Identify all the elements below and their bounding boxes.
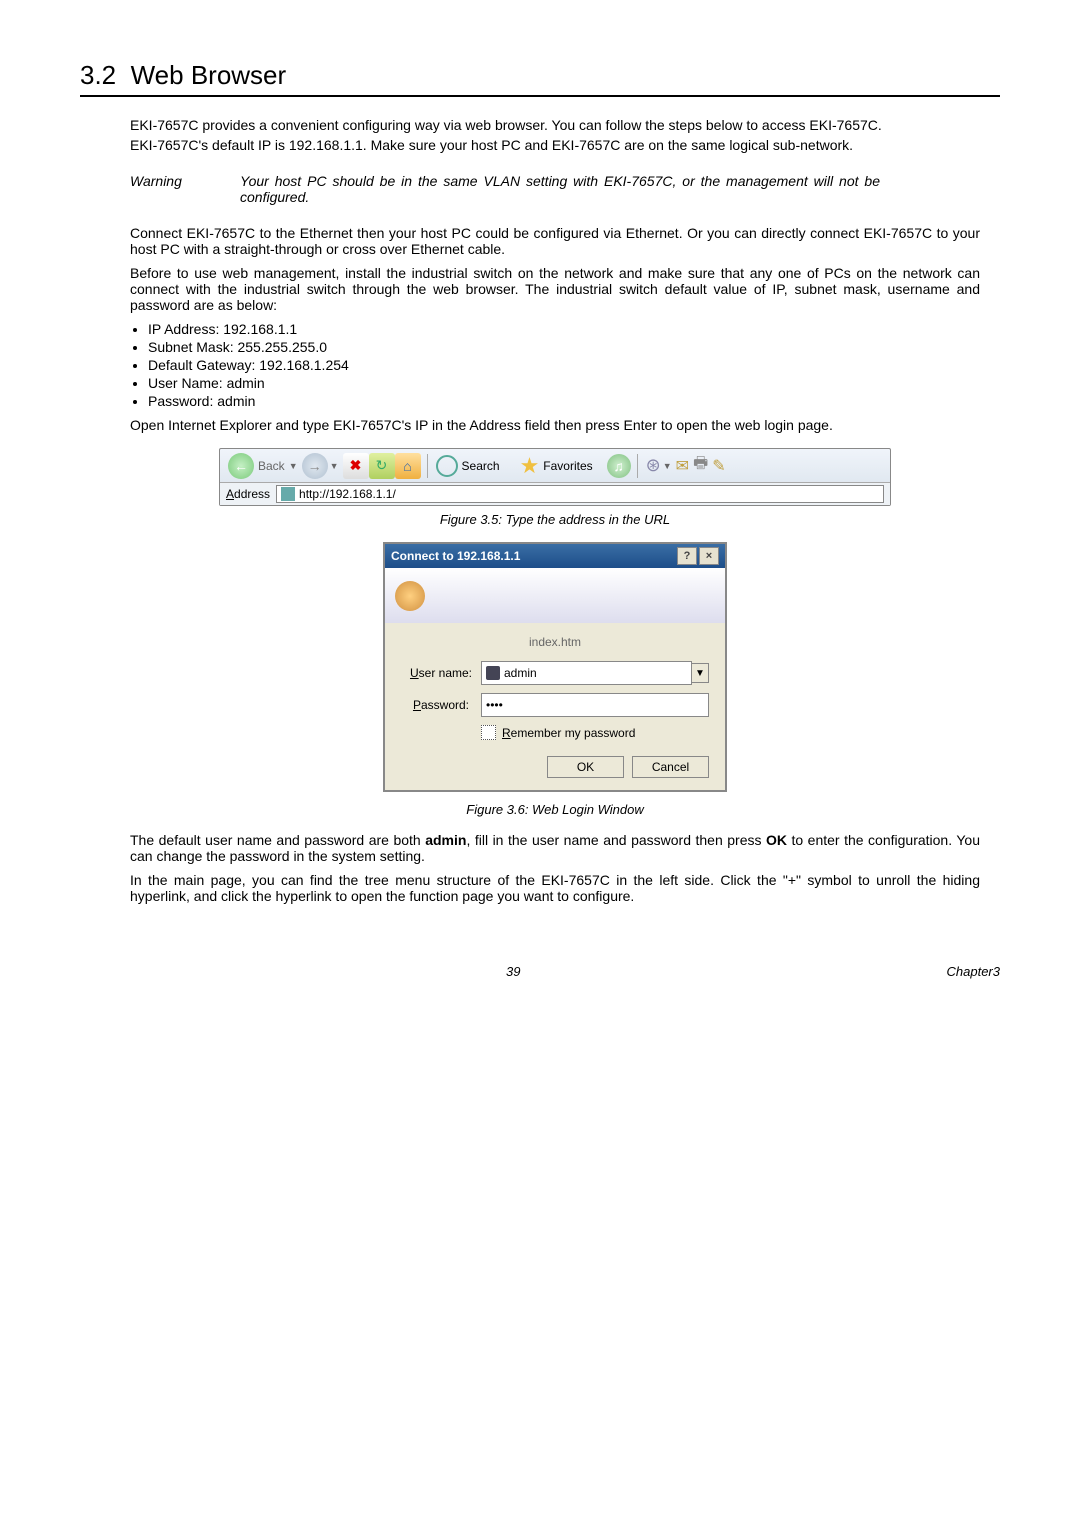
page-footer: 39 Chapter3 (80, 964, 1000, 979)
username-label: User name: (401, 666, 481, 680)
home-icon: ⌂ (403, 458, 411, 474)
star-icon: ★ (520, 453, 540, 479)
ie-address-row: Address http://192.168.1.1/ (220, 483, 890, 505)
back-icon: ← (228, 453, 254, 479)
chevron-down-icon: ▼ (663, 461, 672, 471)
page-number: 39 (506, 964, 520, 979)
intro-paragraph-1: EKI-7657C provides a convenient configur… (130, 117, 980, 133)
media-icon: ♫ (613, 458, 624, 474)
help-button[interactable]: ? (677, 547, 697, 565)
user-icon (486, 666, 500, 680)
back-button[interactable]: ← Back ▼ (228, 453, 298, 479)
mail-icon: ✉ (676, 456, 689, 476)
password-label: Password: (401, 698, 481, 712)
divider (427, 454, 428, 478)
paragraph-open-ie: Open Internet Explorer and type EKI-7657… (130, 417, 980, 433)
page-icon (281, 487, 295, 501)
edit-button[interactable]: ✎ (712, 456, 725, 476)
print-icon: 🖶 (693, 452, 708, 479)
username-value: admin (504, 666, 537, 680)
ok-button[interactable]: OK (547, 756, 624, 778)
home-button[interactable]: ⌂ (395, 453, 421, 479)
search-button[interactable]: Search (436, 455, 500, 477)
warning-label: Warning (130, 173, 240, 205)
back-label: Back (258, 459, 285, 473)
defaults-list: IP Address: 192.168.1.1 Subnet Mask: 255… (148, 321, 980, 409)
figure-login-dialog: Connect to 192.168.1.1 ? × index.htm Use… (130, 542, 980, 817)
refresh-button[interactable]: ↻ (369, 453, 395, 479)
paragraph-tree-menu: In the main page, you can find the tree … (130, 872, 980, 904)
history-button[interactable]: ⊛ ▼ (646, 455, 672, 476)
figure-ie-toolbar: ← Back ▼ → ▼ ✖ ↻ ⌂ (130, 448, 980, 527)
paragraph-connect: Connect EKI-7657C to the Ethernet then y… (130, 225, 980, 257)
chevron-down-icon: ▼ (330, 461, 339, 471)
media-button[interactable]: ♫ (607, 454, 631, 478)
intro-paragraph-2: EKI-7657C's default IP is 192.168.1.1. M… (130, 137, 980, 153)
remember-label: Remember my password (502, 726, 635, 740)
address-input[interactable]: http://192.168.1.1/ (276, 485, 884, 503)
address-label: Address (226, 487, 270, 501)
address-value: http://192.168.1.1/ (299, 487, 396, 501)
username-dropdown[interactable]: ▼ (692, 663, 709, 683)
search-label: Search (462, 459, 500, 473)
section-heading: 3.2 Web Browser (80, 60, 1000, 97)
list-item: IP Address: 192.168.1.1 (148, 321, 980, 337)
username-input[interactable]: admin (481, 661, 692, 685)
paragraph-before-use: Before to use web management, install th… (130, 265, 980, 313)
figure-caption-2: Figure 3.6: Web Login Window (130, 802, 980, 817)
warning-block: Warning Your host PC should be in the sa… (130, 173, 980, 205)
favorites-button[interactable]: ★ Favorites (520, 453, 593, 479)
close-button[interactable]: × (699, 547, 719, 565)
stop-button[interactable]: ✖ (343, 453, 369, 479)
keys-icon (395, 581, 425, 611)
chevron-down-icon: ▼ (289, 461, 298, 471)
password-value: •••• (486, 698, 503, 712)
figure-caption-1: Figure 3.5: Type the address in the URL (130, 512, 980, 527)
cancel-button[interactable]: Cancel (632, 756, 709, 778)
section-number: 3.2 (80, 60, 116, 90)
chapter-label: Chapter3 (947, 964, 1000, 979)
dialog-title: Connect to 192.168.1.1 (391, 549, 520, 563)
list-item: User Name: admin (148, 375, 980, 391)
forward-button[interactable]: → (302, 453, 328, 479)
edit-icon: ✎ (712, 456, 725, 476)
favorites-label: Favorites (543, 459, 592, 473)
stop-icon: ✖ (350, 457, 362, 474)
password-input[interactable]: •••• (481, 693, 709, 717)
remember-checkbox[interactable] (481, 725, 496, 740)
print-button[interactable]: 🖶 (693, 452, 708, 479)
forward-icon: → (302, 453, 328, 479)
realm-label: index.htm (401, 635, 709, 649)
search-icon (436, 455, 458, 477)
history-icon: ⊛ (646, 455, 661, 476)
divider (637, 454, 638, 478)
dialog-banner (385, 568, 725, 623)
refresh-icon: ↻ (376, 457, 388, 474)
mail-button[interactable]: ✉ (676, 456, 689, 476)
list-item: Subnet Mask: 255.255.255.0 (148, 339, 980, 355)
dialog-titlebar: Connect to 192.168.1.1 ? × (385, 544, 725, 568)
section-title: Web Browser (131, 60, 287, 90)
ie-toolbar-row: ← Back ▼ → ▼ ✖ ↻ ⌂ (220, 449, 890, 483)
list-item: Password: admin (148, 393, 980, 409)
warning-text: Your host PC should be in the same VLAN … (240, 173, 980, 205)
paragraph-default-creds: The default user name and password are b… (130, 832, 980, 864)
list-item: Default Gateway: 192.168.1.254 (148, 357, 980, 373)
